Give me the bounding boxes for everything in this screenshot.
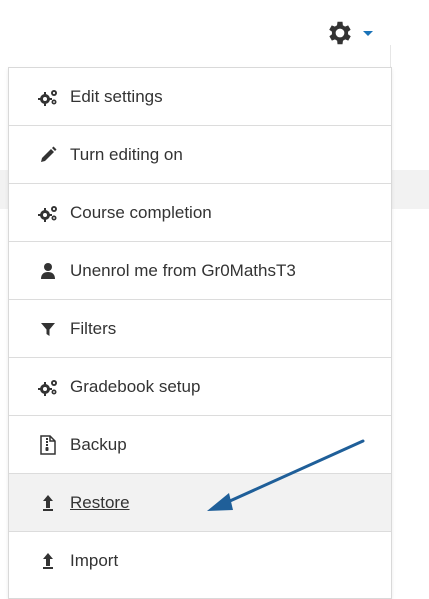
menu-item-label: Gradebook setup bbox=[70, 376, 201, 396]
file-archive-icon bbox=[37, 434, 59, 455]
menu-item-label: Turn editing on bbox=[70, 144, 183, 164]
menu-item-turn-editing-on[interactable]: Turn editing on bbox=[9, 126, 391, 184]
cogs-icon bbox=[37, 377, 59, 397]
actions-menu-toggle[interactable] bbox=[325, 16, 395, 50]
menu-item-edit-settings[interactable]: Edit settings bbox=[9, 68, 391, 126]
menu-item-label: Course completion bbox=[70, 202, 212, 222]
menu-item-backup[interactable]: Backup bbox=[9, 416, 391, 474]
menu-item-course-completion[interactable]: Course completion bbox=[9, 184, 391, 242]
menu-item-unenrol[interactable]: Unenrol me from Gr0MathsT3 bbox=[9, 242, 391, 300]
filter-icon bbox=[37, 319, 59, 339]
menu-item-import[interactable]: Import bbox=[9, 532, 391, 590]
cogs-icon bbox=[37, 87, 59, 107]
cogs-icon bbox=[37, 203, 59, 223]
menu-item-restore[interactable]: Restore bbox=[9, 474, 391, 532]
chevron-down-icon bbox=[363, 30, 373, 36]
menu-item-label: Edit settings bbox=[70, 86, 163, 106]
menu-item-label: Backup bbox=[70, 434, 127, 454]
right-column-divider bbox=[390, 45, 429, 170]
user-icon bbox=[37, 261, 59, 281]
upload-icon bbox=[37, 551, 59, 571]
pencil-icon bbox=[37, 145, 59, 165]
gear-icon bbox=[329, 21, 351, 45]
menu-item-label: Unenrol me from Gr0MathsT3 bbox=[70, 260, 296, 280]
actions-dropdown-menu: Edit settings Turn editing on Course com… bbox=[8, 67, 392, 599]
menu-item-label: Restore bbox=[70, 492, 130, 512]
menu-item-label: Import bbox=[70, 551, 119, 570]
upload-icon bbox=[37, 493, 59, 513]
menu-item-label: Filters bbox=[70, 318, 117, 338]
right-column bbox=[390, 209, 429, 588]
menu-item-filters[interactable]: Filters bbox=[9, 300, 391, 358]
menu-item-gradebook-setup[interactable]: Gradebook setup bbox=[9, 358, 391, 416]
